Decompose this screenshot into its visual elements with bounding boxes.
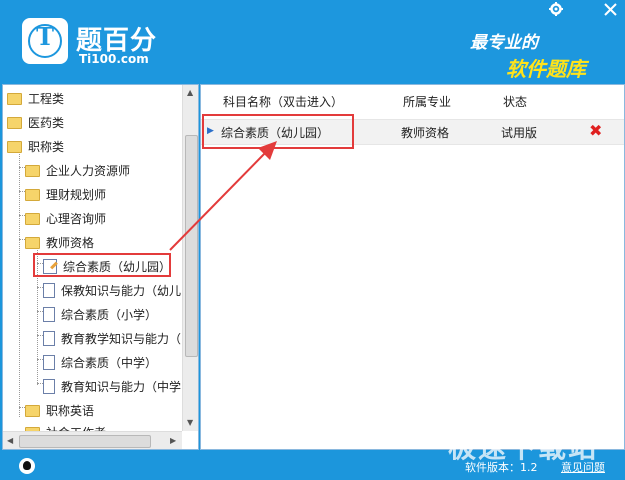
qq-icon[interactable] (19, 458, 35, 474)
annotation-arrow (169, 141, 277, 251)
watermark: 极速下载站 (448, 431, 599, 464)
